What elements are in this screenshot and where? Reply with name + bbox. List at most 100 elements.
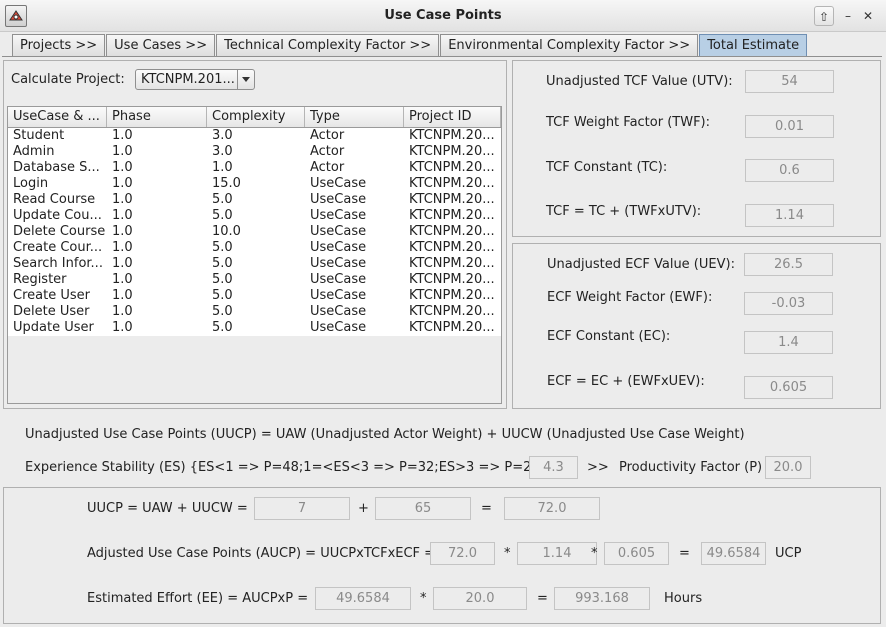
- tab-technical-complexity-factor[interactable]: Technical Complexity Factor >>: [216, 34, 440, 56]
- close-icon: ✕: [862, 9, 874, 23]
- uaw-field[interactable]: 7: [254, 497, 350, 520]
- table-cell: KTCNPM.20...: [409, 320, 495, 335]
- table-row[interactable]: Create User 1.0 5.0 UseCase KTCNPM.20...: [8, 288, 501, 304]
- table-cell: Database S...: [13, 160, 100, 175]
- table-cell: 1.0: [112, 240, 133, 255]
- table-row[interactable]: Update User 1.0 5.0 UseCase KTCNPM.20...: [8, 320, 501, 336]
- table-cell: Read Course: [13, 192, 96, 207]
- project-select-value: KTCNPM.201...: [141, 72, 235, 87]
- table-row[interactable]: Create Cour... 1.0 5.0 UseCase KTCNPM.20...: [8, 240, 501, 256]
- table-cell: 5.0: [212, 208, 233, 223]
- uucp-description: Unadjusted Use Case Points (UUCP) = UAW …: [25, 427, 745, 442]
- table-cell: Actor: [310, 128, 345, 143]
- table-cell: Delete User: [13, 304, 90, 319]
- table-cell: Actor: [310, 144, 345, 159]
- close-button[interactable]: ✕: [858, 6, 878, 26]
- table-cell: Create User: [13, 288, 90, 303]
- table-row[interactable]: Update Cou... 1.0 5.0 UseCase KTCNPM.20...: [8, 208, 501, 224]
- table-row[interactable]: Student 1.0 3.0 Actor KTCNPM.20...: [8, 128, 501, 144]
- uucp-field[interactable]: 72.0: [504, 497, 600, 520]
- ee-aucp-field[interactable]: 49.6584: [315, 587, 411, 610]
- table-row[interactable]: Search Infor... 1.0 5.0 UseCase KTCNPM.20...: [8, 256, 501, 272]
- table-cell: Admin: [13, 144, 55, 159]
- uucp-formula-label: UUCP = UAW + UUCW =: [87, 501, 248, 516]
- tab-total-estimate[interactable]: Total Estimate: [699, 34, 808, 56]
- table-row[interactable]: Login 1.0 15.0 UseCase KTCNPM.20...: [8, 176, 501, 192]
- arrow-label: >>: [587, 460, 609, 475]
- ucp-unit-label: UCP: [775, 546, 802, 561]
- table-cell: UseCase: [310, 320, 367, 335]
- ewf-field[interactable]: -0.03: [744, 292, 833, 315]
- tcf-field[interactable]: 1.14: [745, 204, 834, 227]
- minimize-button[interactable]: –: [838, 6, 858, 26]
- multiply-sign: *: [420, 591, 427, 606]
- table-cell: Student: [13, 128, 65, 143]
- table-cell: KTCNPM.20...: [409, 128, 495, 143]
- table-row[interactable]: Delete User 1.0 5.0 UseCase KTCNPM.20...: [8, 304, 501, 320]
- tab-environmental-complexity-factor[interactable]: Environmental Complexity Factor >>: [440, 34, 699, 56]
- equals-sign: =: [537, 591, 548, 606]
- project-select[interactable]: KTCNPM.201...: [135, 69, 255, 90]
- aucp-field[interactable]: 49.6584: [701, 542, 766, 565]
- table-cell: KTCNPM.20...: [409, 192, 495, 207]
- use-case-table: UseCase & ... Phase Complexity Type Proj…: [7, 106, 502, 404]
- table-cell: UseCase: [310, 304, 367, 319]
- table-cell: Update Cou...: [13, 208, 102, 223]
- table-row[interactable]: Database S... 1.0 1.0 Actor KTCNPM.20...: [8, 160, 501, 176]
- table-row[interactable]: Admin 1.0 3.0 Actor KTCNPM.20...: [8, 144, 501, 160]
- minimize-icon: –: [845, 9, 851, 23]
- uev-field[interactable]: 26.5: [744, 253, 833, 276]
- table-row[interactable]: Register 1.0 5.0 UseCase KTCNPM.20...: [8, 272, 501, 288]
- ec-field[interactable]: 1.4: [744, 331, 833, 354]
- table-cell: 1.0: [112, 192, 133, 207]
- table-cell: 1.0: [112, 128, 133, 143]
- table-row[interactable]: Read Course 1.0 5.0 UseCase KTCNPM.20...: [8, 192, 501, 208]
- uucw-field[interactable]: 65: [375, 497, 471, 520]
- column-header-phase[interactable]: Phase: [107, 107, 207, 127]
- table-cell: 15.0: [212, 176, 241, 191]
- table-cell: Delete Course: [13, 224, 106, 239]
- table-cell: Actor: [310, 160, 345, 175]
- table-cell: UseCase: [310, 224, 367, 239]
- column-header-usecase[interactable]: UseCase & ...: [8, 107, 107, 127]
- table-cell: 1.0: [112, 272, 133, 287]
- table-cell: 3.0: [212, 144, 233, 159]
- table-cell: KTCNPM.20...: [409, 288, 495, 303]
- table-cell: 1.0: [112, 288, 133, 303]
- utv-field[interactable]: 54: [745, 70, 834, 93]
- tc-field[interactable]: 0.6: [745, 159, 834, 182]
- table-cell: UseCase: [310, 240, 367, 255]
- table-cell: KTCNPM.20...: [409, 272, 495, 287]
- aucp-ecf-field[interactable]: 0.605: [604, 542, 669, 565]
- table-body: Student 1.0 3.0 Actor KTCNPM.20... Admin 1.0 3.…: [8, 128, 501, 336]
- table-cell: 1.0: [112, 208, 133, 223]
- table-header: UseCase & ... Phase Complexity Type Proj…: [8, 107, 501, 128]
- table-cell: Search Infor...: [13, 256, 103, 271]
- table-cell: Create Cour...: [13, 240, 103, 255]
- table-cell: 5.0: [212, 304, 233, 319]
- table-cell: UseCase: [310, 208, 367, 223]
- column-header-type[interactable]: Type: [305, 107, 404, 127]
- productivity-factor-field[interactable]: 20.0: [765, 456, 811, 479]
- ee-productivity-field[interactable]: 20.0: [433, 587, 527, 610]
- column-header-project-id[interactable]: Project ID: [404, 107, 501, 127]
- twf-field[interactable]: 0.01: [745, 115, 834, 138]
- table-cell: 1.0: [112, 224, 133, 239]
- aucp-tcf-field[interactable]: 1.14: [517, 542, 597, 565]
- table-cell: 1.0: [112, 256, 133, 271]
- table-cell: 1.0: [112, 176, 133, 191]
- experience-stability-field[interactable]: 4.3: [529, 456, 578, 479]
- estimated-effort-field[interactable]: 993.168: [554, 587, 650, 610]
- column-header-complexity[interactable]: Complexity: [207, 107, 305, 127]
- table-cell: 5.0: [212, 192, 233, 207]
- twf-label: TCF Weight Factor (TWF):: [546, 115, 711, 130]
- table-cell: KTCNPM.20...: [409, 224, 495, 239]
- table-cell: 1.0: [112, 144, 133, 159]
- chevron-down-icon[interactable]: [237, 70, 254, 89]
- tab-projects[interactable]: Projects >>: [12, 34, 106, 56]
- tab-use-cases[interactable]: Use Cases >>: [106, 34, 216, 56]
- ecf-field[interactable]: 0.605: [744, 376, 833, 399]
- aucp-uucp-field[interactable]: 72.0: [430, 542, 495, 565]
- table-row[interactable]: Delete Course 1.0 10.0 UseCase KTCNPM.20...: [8, 224, 501, 240]
- maximize-button[interactable]: ⇧: [814, 6, 834, 26]
